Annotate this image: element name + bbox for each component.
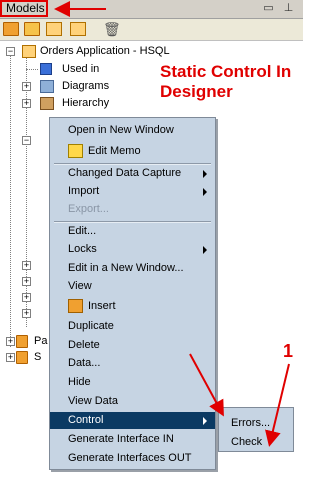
annotation-arrows bbox=[54, 1, 290, 447]
marker-1-arrow bbox=[265, 363, 290, 447]
marker-2-arrow bbox=[189, 353, 224, 417]
